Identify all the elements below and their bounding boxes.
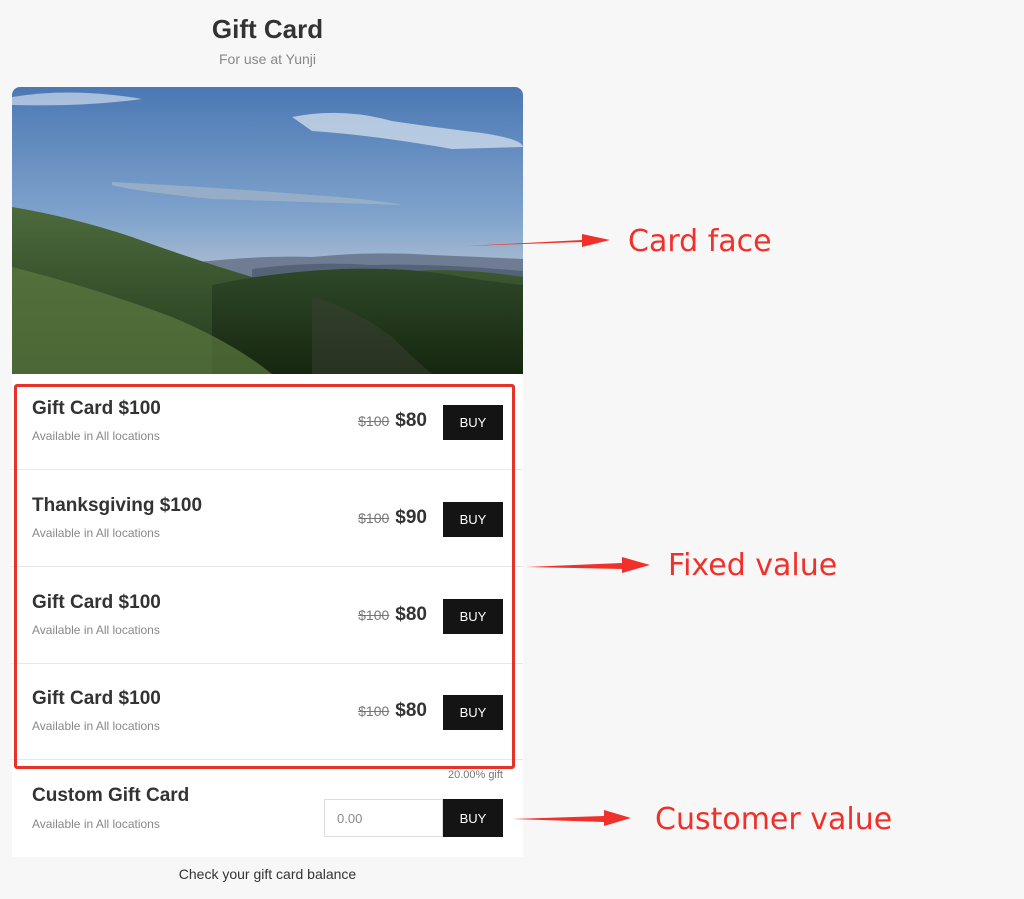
custom-card-name: Custom Gift Card	[32, 785, 190, 806]
fixed-value-arrow	[526, 557, 650, 573]
customer-value-label: Customer value	[655, 802, 893, 837]
custom-amount-input[interactable]	[324, 799, 443, 837]
fixed-value-label: Fixed value	[668, 548, 838, 583]
card-face-arrow	[466, 234, 610, 247]
page-subtitle: For use at Yunji	[218, 51, 317, 67]
custom-card-location: Available in All locations	[32, 817, 160, 831]
fixed-value-highlight	[14, 384, 515, 769]
page-title: Gift Card	[211, 14, 324, 44]
card-face-label: Card face	[628, 224, 772, 259]
customer-value-arrow	[512, 810, 631, 826]
page-header: Gift Card For use at Yunji	[12, 0, 523, 68]
custom-buy-button[interactable]: BUY	[443, 799, 503, 837]
gift-rate: 20.00% gift	[447, 769, 503, 781]
card-face-image	[12, 87, 523, 374]
custom-gift-card: Custom Gift Card Available in All locati…	[12, 761, 523, 857]
check-balance-link[interactable]: Check your gift card balance	[12, 866, 523, 882]
landscape-photo	[12, 87, 523, 374]
